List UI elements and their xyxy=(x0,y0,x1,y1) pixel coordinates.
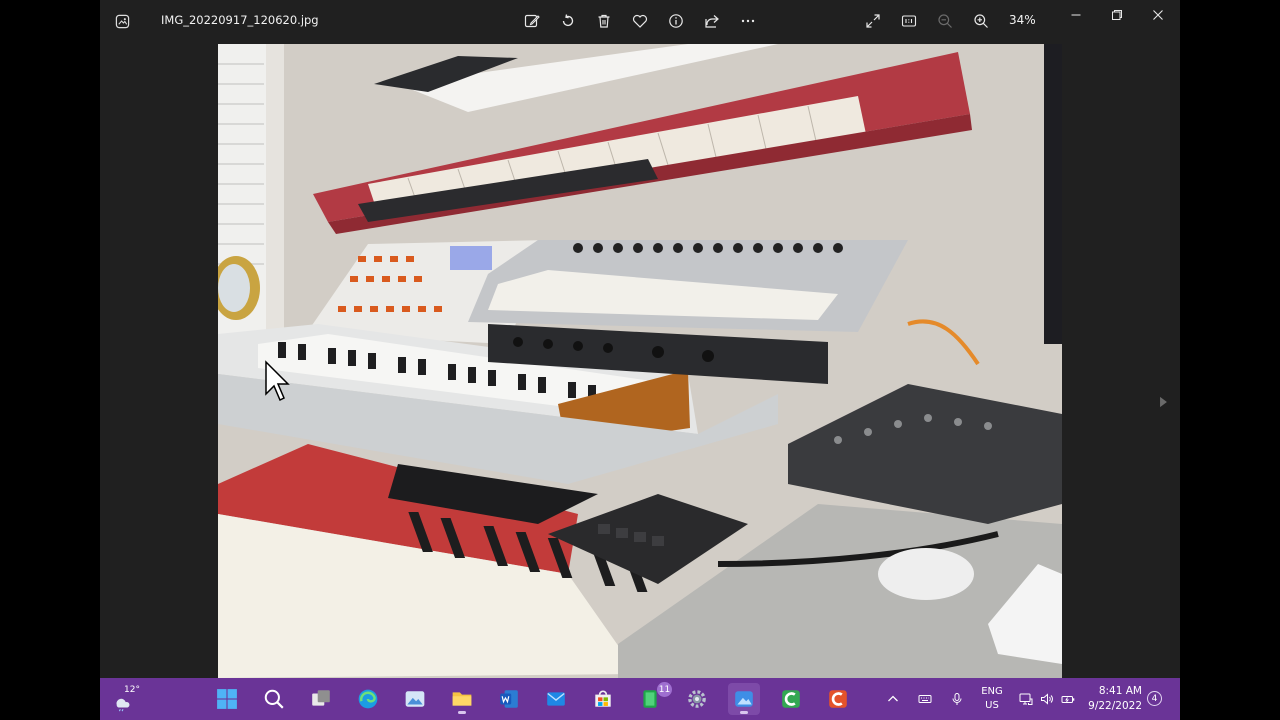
task-view-icon[interactable] xyxy=(305,683,337,715)
camtasia-green-icon[interactable] xyxy=(775,683,807,715)
share-icon[interactable] xyxy=(700,9,724,33)
green-app-icon[interactable] xyxy=(634,683,666,715)
language-code: ENG xyxy=(981,686,1003,697)
edit-image-icon[interactable] xyxy=(520,9,544,33)
weather-temperature: 12° xyxy=(124,685,140,695)
delete-icon[interactable] xyxy=(592,9,616,33)
volume-icon[interactable] xyxy=(1037,689,1057,709)
chevron-up-icon[interactable] xyxy=(883,689,903,709)
next-image-icon[interactable] xyxy=(1155,391,1171,413)
zoom-in-icon[interactable] xyxy=(969,9,993,33)
clock[interactable]: 8:41 AM 9/22/2022 xyxy=(1088,684,1142,714)
mail-icon[interactable] xyxy=(540,683,572,715)
clock-date: 9/22/2022 xyxy=(1088,700,1142,712)
taskbar: 12° 11 ENG US 8:41 AM 9/22/2022 4 xyxy=(100,678,1180,720)
actual-size-icon[interactable] xyxy=(897,9,921,33)
rotate-icon[interactable] xyxy=(556,9,580,33)
network-icon[interactable] xyxy=(1016,689,1036,709)
store-icon[interactable] xyxy=(587,683,619,715)
notification-badge[interactable]: 4 xyxy=(1147,691,1162,706)
active-indicator xyxy=(458,711,466,714)
photos-active-icon[interactable] xyxy=(728,683,760,715)
start-icon[interactable] xyxy=(211,683,243,715)
clock-time: 8:41 AM xyxy=(1098,685,1142,697)
settings-icon[interactable] xyxy=(681,683,713,715)
close-icon[interactable] xyxy=(1140,3,1176,27)
photos-app-icon xyxy=(112,11,132,31)
search-icon[interactable] xyxy=(258,683,290,715)
title-bar: IMG_20220917_120620.jpg 34% xyxy=(100,0,1180,42)
zoom-level[interactable]: 34% xyxy=(1009,13,1036,27)
active-indicator xyxy=(740,711,748,714)
maximize-icon[interactable] xyxy=(1099,3,1135,27)
keyboard-icon[interactable] xyxy=(915,689,935,709)
microphone-icon[interactable] xyxy=(947,689,967,709)
edge-icon[interactable] xyxy=(352,683,384,715)
favorite-icon[interactable] xyxy=(628,9,652,33)
image-viewer[interactable] xyxy=(100,42,1180,678)
more-icon[interactable] xyxy=(736,9,760,33)
info-icon[interactable] xyxy=(664,9,688,33)
photos-app-icon[interactable] xyxy=(399,683,431,715)
file-explorer-icon[interactable] xyxy=(446,683,478,715)
file-name: IMG_20220917_120620.jpg xyxy=(161,13,319,27)
language-indicator[interactable]: ENG US xyxy=(981,685,1003,713)
photo-synth-setup xyxy=(218,44,1062,678)
battery-icon[interactable] xyxy=(1058,689,1078,709)
zoom-out-icon[interactable] xyxy=(933,9,957,33)
weather-widget[interactable]: 12° xyxy=(114,682,150,716)
camtasia-red-icon[interactable] xyxy=(822,683,854,715)
fullscreen-icon[interactable] xyxy=(861,9,885,33)
photos-window: IMG_20220917_120620.jpg 34% 12° 11 ENG U… xyxy=(100,0,1180,720)
word-icon[interactable] xyxy=(493,683,525,715)
minimize-icon[interactable] xyxy=(1058,3,1094,27)
language-region: US xyxy=(985,700,999,711)
